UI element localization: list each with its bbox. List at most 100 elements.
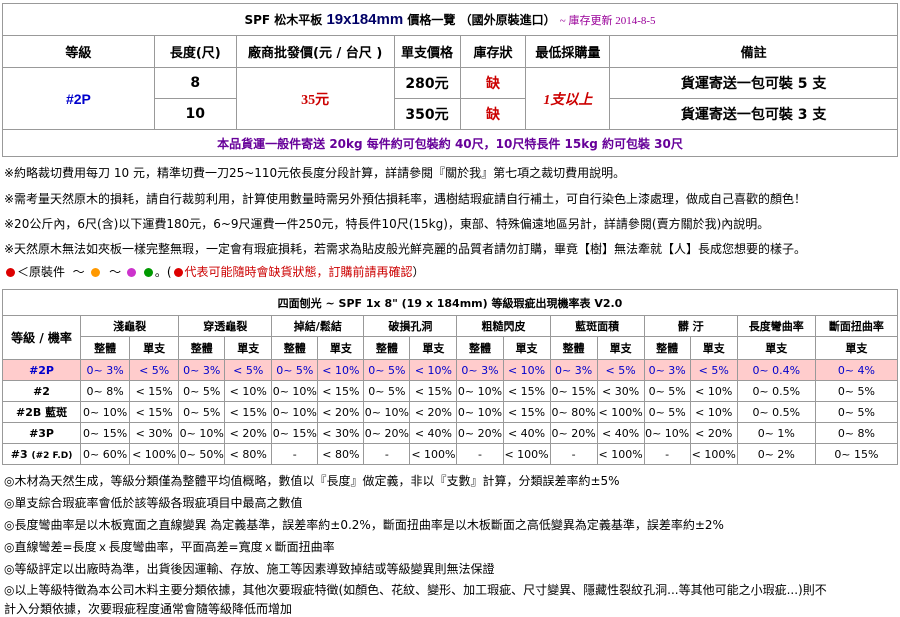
category-header: 髒 汙 bbox=[643, 315, 738, 337]
defect-rate-cell: < 15% bbox=[129, 380, 180, 402]
wholesale-cell: 35元 bbox=[235, 67, 395, 130]
defect-rate-cell: < 5% bbox=[596, 359, 645, 381]
header-min-qty: 最低採購量 bbox=[525, 35, 611, 68]
defect-rate-cell: < 80% bbox=[317, 443, 365, 465]
defect-row: #3P 0~ 15% < 30% 0~ 10% < 20% 0~ 15% < 30% 0~ 2… bbox=[1, 422, 899, 444]
defect-rate-cell: < 10% bbox=[502, 359, 551, 381]
defect-rate-cell: < 20% bbox=[317, 401, 365, 423]
footnote-line: ◎以上等級特徵為本公司木料主要分類依據，其他次要瑕疵特徵(如顏色、花紋、變形、加… bbox=[4, 583, 827, 597]
defect-grade-cell: #2P bbox=[1, 359, 82, 381]
category-header: 穿透龜裂 bbox=[178, 315, 273, 337]
sub-header-single: 單支 bbox=[736, 336, 816, 360]
defect-rate-cell: < 30% bbox=[317, 422, 365, 444]
sub-header-whole: 整體 bbox=[178, 336, 226, 360]
defect-rate-cell: 0~ 0.4% bbox=[736, 359, 816, 381]
length-cell: 8 bbox=[153, 67, 237, 99]
footnote-line: ◎單支綜合瑕疵率會低於該等級各瑕疵項目中最高之數值 bbox=[4, 496, 303, 510]
defect-rate-cell: 0~ 15% bbox=[271, 422, 319, 444]
defect-table: 四面刨光 ~ SPF 1x 8" (19 x 184mm) 等級瑕疵出現機率表 … bbox=[1, 289, 899, 465]
header-stock: 庫存狀 bbox=[459, 35, 527, 68]
defect-rate-cell: 0~ 10% bbox=[363, 401, 411, 423]
defect-rate-cell: < 100% bbox=[502, 443, 551, 465]
sub-header-single: 單支 bbox=[224, 336, 273, 360]
header-grade: 等級 bbox=[2, 35, 155, 68]
category-header: 掉結/鬆結 bbox=[271, 315, 365, 337]
defect-rate-cell: 0~ 0.5% bbox=[736, 380, 816, 402]
defect-rate-cell: < 40% bbox=[502, 422, 551, 444]
defect-rate-cell: 0~ 5% bbox=[178, 401, 226, 423]
unit-price-cell: 350元 bbox=[393, 98, 461, 130]
defect-row: #2B 藍斑 0~ 10% < 15% 0~ 5% < 15% 0~ 10% < 20% 0~… bbox=[1, 401, 899, 423]
defect-rate-cell: - bbox=[363, 443, 411, 465]
legend-line: ＜原裝件 ～ ～ 。(代表可能隨時會缺貨狀態，訂購前請再確認） bbox=[4, 263, 425, 280]
defect-grade-cell: #2B 藍斑 bbox=[1, 401, 82, 423]
min-qty-cell: 1支以上 bbox=[525, 67, 611, 130]
grade-cell: #2P bbox=[2, 67, 155, 130]
legend-close: ） bbox=[412, 265, 425, 279]
defect-rate-cell: - bbox=[456, 443, 504, 465]
defect-rate-cell: 0~ 10% bbox=[456, 401, 504, 423]
title-prefix: SPF 松木平板 bbox=[244, 13, 323, 27]
legend-label: ＜原裝件 bbox=[17, 265, 66, 279]
category-header: 破損孔洞 bbox=[363, 315, 458, 337]
defect-rate-cell: - bbox=[643, 443, 691, 465]
sub-header-whole: 整體 bbox=[643, 336, 691, 360]
legend-open: 。( bbox=[154, 265, 172, 279]
footnote-line: 計入分類依據，次要瑕疵程度通常會隨等級降低而增加 bbox=[4, 602, 293, 616]
legend-red-text: 代表可能隨時會缺貨狀態，訂購前請再確認 bbox=[184, 265, 413, 279]
defect-rate-cell: 0~ 15% bbox=[549, 380, 598, 402]
green-dot-icon bbox=[143, 268, 153, 277]
defect-rate-cell: 0~ 2% bbox=[736, 443, 816, 465]
defect-rate-cell: < 100% bbox=[409, 443, 458, 465]
defect-rate-cell: 0~ 3% bbox=[456, 359, 504, 381]
defect-rate-cell: < 100% bbox=[596, 443, 645, 465]
footnote-line: ◎長度彎曲率是以木板寬面之直線變異 為定義基準，誤差率約±0.2%，斷面扭曲率是… bbox=[4, 518, 724, 532]
defect-rate-cell: < 15% bbox=[224, 401, 273, 423]
title-suffix: 價格一覽 （國外原裝進口） bbox=[407, 13, 556, 27]
defect-rate-cell: 0~ 3% bbox=[643, 359, 691, 381]
defect-rate-cell: 0~ 10% bbox=[271, 380, 319, 402]
defect-rate-cell: 0~ 5% bbox=[363, 359, 411, 381]
defect-rate-cell: 0~ 10% bbox=[456, 380, 504, 402]
purple-dot-icon bbox=[126, 268, 136, 277]
defect-rate-cell: 0~ 5% bbox=[178, 380, 226, 402]
defect-rate-cell: < 10% bbox=[689, 380, 738, 402]
footnote-line: ◎直線彎差=長度ｘ長度彎曲率，平面高差=寬度ｘ斷面扭曲率 bbox=[4, 540, 335, 554]
price-row: #2P 8 35元 280元 缺 1支以上 貨運寄送一包可裝 5 支 bbox=[2, 67, 898, 130]
footnote-line: ◎木材為天然生成，等級分類僅為整體平均值概略，數值以『長度』做定義，非以『支數』… bbox=[4, 474, 620, 488]
orange-dot-icon bbox=[90, 268, 100, 277]
sub-header-whole: 整體 bbox=[549, 336, 598, 360]
price-header-row: 等級 長度(尺) 廠商批發價(元 / 台尺 ) 單支價格 庫存狀 最低採購量 備… bbox=[2, 35, 898, 68]
defect-rate-cell: 0~ 5% bbox=[643, 401, 691, 423]
defect-rate-cell: 0~ 10% bbox=[643, 422, 691, 444]
red-dot-icon bbox=[173, 268, 183, 277]
defect-rate-cell: 0~ 1% bbox=[736, 422, 816, 444]
defect-rate-cell: 0~ 0.5% bbox=[736, 401, 816, 423]
defect-rate-cell: 0~ 5% bbox=[271, 359, 319, 381]
header-length: 長度(尺) bbox=[153, 35, 237, 68]
sub-header-whole: 整體 bbox=[456, 336, 504, 360]
defect-rate-cell: 0~ 3% bbox=[549, 359, 598, 381]
defect-rate-cell: 0~ 10% bbox=[178, 422, 226, 444]
note-line: ※20公斤內，6尺(含)以下運費180元，6~9尺運費一件250元，特長件10尺… bbox=[4, 217, 770, 231]
defect-rate-cell: < 10% bbox=[317, 359, 365, 381]
defect-grade-label: #3P bbox=[29, 426, 54, 440]
defect-rate-cell: 0~ 10% bbox=[271, 401, 319, 423]
title-size: 19x184mm bbox=[326, 11, 404, 28]
defect-rate-cell: 0~ 5% bbox=[814, 380, 899, 402]
defect-rate-cell: 0~ 5% bbox=[643, 380, 691, 402]
corner-header: 等級 / 機率 bbox=[1, 315, 82, 360]
defect-rate-cell: 0~ 15% bbox=[80, 422, 131, 444]
footnote-line: ◎等級評定以出廠時為準，出貨後因運輸、存放、施工等因素導致掉結或等級變異則無法保… bbox=[4, 562, 495, 576]
legend-tilde: ～ bbox=[72, 265, 85, 279]
price-title-row: SPF 松木平板 19x184mm 價格一覽 （國外原裝進口） ~ 庫存更新 2… bbox=[2, 3, 898, 36]
defect-rate-cell: 0~ 60% bbox=[80, 443, 131, 465]
note-line: ※需考量天然原木的損耗，請自行裁剪利用，計算使用數量時需另外預估損耗率，遇樹結瑕… bbox=[4, 192, 807, 206]
category-header: 藍斑面積 bbox=[549, 315, 645, 337]
price-title: SPF 松木平板 19x184mm 價格一覽 （國外原裝進口） ~ 庫存更新 2… bbox=[2, 3, 898, 36]
defect-title: 四面刨光 ~ SPF 1x 8" (19 x 184mm) 等級瑕疵出現機率表 … bbox=[2, 289, 898, 316]
defect-grade-cell: #3 (#2 F.D) bbox=[1, 443, 82, 465]
defect-row: #2 0~ 8% < 15% 0~ 5% < 10% 0~ 10% < 15% 0~ 5% < … bbox=[1, 380, 899, 402]
sub-header-whole: 整體 bbox=[363, 336, 411, 360]
defect-rate-cell: < 15% bbox=[317, 380, 365, 402]
